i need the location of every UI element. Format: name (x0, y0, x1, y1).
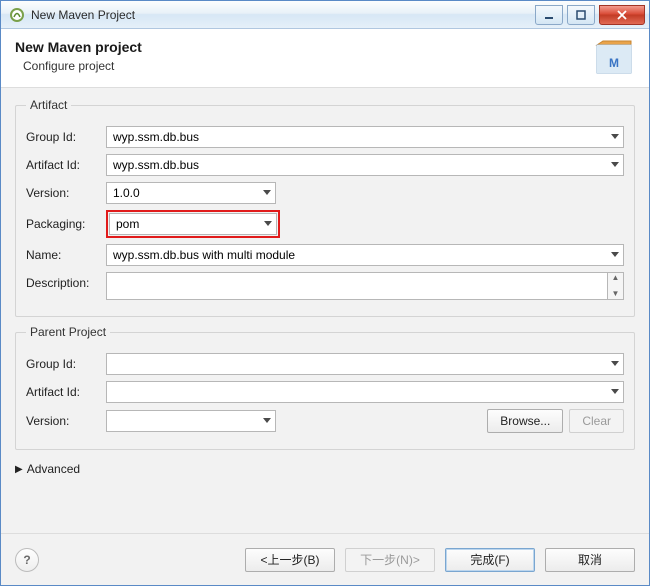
parent-group: Parent Project Group Id: Artifact Id: Ve… (15, 325, 635, 450)
parent-version-input[interactable] (107, 411, 275, 431)
minimize-icon (544, 10, 554, 20)
artifact-group: Artifact Group Id: Artifact Id: Version: (15, 98, 635, 317)
back-button[interactable]: <上一步(B) (245, 548, 335, 572)
advanced-label: Advanced (27, 462, 80, 476)
name-field[interactable] (106, 244, 624, 266)
parent-artifact-id-field[interactable] (106, 381, 624, 403)
group-id-field[interactable] (106, 126, 624, 148)
parent-group-id-input[interactable] (107, 354, 623, 374)
finish-button[interactable]: 完成(F) (445, 548, 535, 572)
artifact-id-input[interactable] (107, 155, 623, 175)
maven-icon: M (593, 39, 635, 77)
description-textarea[interactable] (106, 272, 608, 300)
titlebar[interactable]: New Maven Project (1, 1, 649, 29)
scroll-down-icon: ▼ (612, 289, 620, 299)
group-id-input[interactable] (107, 127, 623, 147)
maximize-button[interactable] (567, 5, 595, 25)
label-parent-artifact-id: Artifact Id: (26, 385, 98, 399)
svg-text:M: M (609, 56, 619, 70)
dialog-window: New Maven Project New Maven project Conf… (0, 0, 650, 586)
dialog-header: New Maven project Configure project M (1, 29, 649, 87)
label-group-id: Group Id: (26, 130, 98, 144)
expand-triangle-icon: ▶ (15, 464, 23, 475)
label-parent-group-id: Group Id: (26, 357, 98, 371)
version-combo[interactable] (106, 182, 276, 204)
scroll-up-icon: ▲ (612, 273, 620, 283)
parent-group-id-field[interactable] (106, 353, 624, 375)
parent-version-combo[interactable] (106, 410, 276, 432)
page-title: New Maven project (15, 39, 142, 55)
name-input[interactable] (107, 245, 623, 265)
browse-button[interactable]: Browse... (487, 409, 563, 433)
packaging-input[interactable] (110, 214, 276, 234)
help-icon: ? (23, 553, 30, 567)
close-icon (616, 10, 628, 20)
maximize-icon (576, 10, 586, 20)
app-icon (9, 7, 25, 23)
packaging-highlight (106, 210, 280, 238)
packaging-combo[interactable] (109, 213, 277, 235)
description-scrollbar[interactable]: ▲ ▼ (608, 272, 624, 300)
label-version: Version: (26, 186, 98, 200)
dialog-body: Artifact Group Id: Artifact Id: Version: (1, 88, 649, 533)
label-description: Description: (26, 272, 98, 290)
parent-artifact-id-input[interactable] (107, 382, 623, 402)
window-title: New Maven Project (31, 8, 531, 22)
artifact-legend: Artifact (26, 98, 71, 112)
minimize-button[interactable] (535, 5, 563, 25)
parent-legend: Parent Project (26, 325, 110, 339)
label-name: Name: (26, 248, 98, 262)
artifact-id-field[interactable] (106, 154, 624, 176)
advanced-toggle[interactable]: ▶ Advanced (15, 462, 635, 476)
button-bar: ? <上一步(B) 下一步(N)> 完成(F) 取消 (1, 533, 649, 585)
version-input[interactable] (107, 183, 275, 203)
label-parent-version: Version: (26, 414, 98, 428)
label-packaging: Packaging: (26, 217, 98, 231)
next-button[interactable]: 下一步(N)> (345, 548, 435, 572)
page-subtitle: Configure project (23, 59, 142, 73)
label-artifact-id: Artifact Id: (26, 158, 98, 172)
cancel-button[interactable]: 取消 (545, 548, 635, 572)
clear-button[interactable]: Clear (569, 409, 624, 433)
close-button[interactable] (599, 5, 645, 25)
help-button[interactable]: ? (15, 548, 39, 572)
